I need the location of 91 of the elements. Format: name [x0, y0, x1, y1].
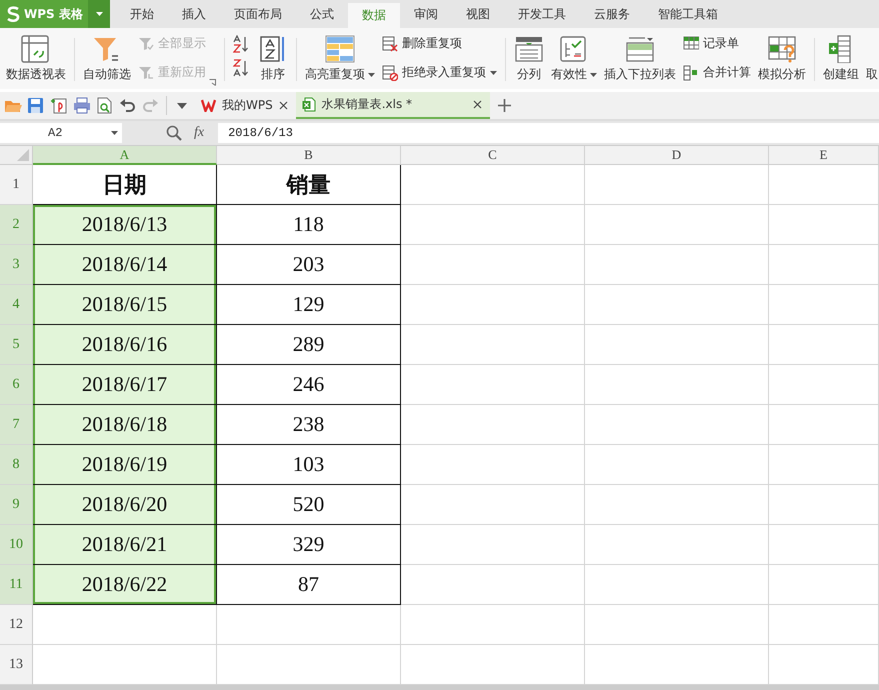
funnel-icon — [138, 64, 154, 80]
ribbon-button[interactable]: 取 — [866, 66, 878, 83]
menu-tab[interactable]: 视图 — [452, 0, 504, 28]
w-logo-icon — [201, 99, 216, 112]
table-cell: 2018/6/22 — [33, 565, 217, 605]
close-icon[interactable] — [278, 101, 288, 110]
ribbon-button[interactable]: 记录单 — [683, 35, 751, 52]
table-cell: 246 — [217, 365, 401, 405]
print-icon[interactable] — [73, 97, 91, 114]
table-cell: 2018/6/16 — [33, 325, 217, 365]
table-cell: 129 — [217, 285, 401, 325]
dialog-launcher-icon[interactable] — [209, 79, 216, 86]
caret-icon — [490, 70, 497, 74]
table-highlight-icon — [325, 35, 355, 63]
reject-table-icon — [382, 64, 398, 80]
menu-tab[interactable]: 智能工具箱 — [644, 0, 732, 28]
merge-calc-icon — [683, 64, 699, 80]
ribbon-button[interactable]: 有效性 — [551, 32, 597, 89]
formula-field[interactable]: 2018/6/13 — [218, 123, 879, 143]
row-header[interactable]: 1 — [0, 165, 33, 205]
ribbon-button[interactable]: 删除重复项 — [382, 35, 497, 52]
split-column-icon — [514, 35, 544, 63]
row-header[interactable]: 12 — [0, 605, 33, 645]
table-cell: 2018/6/14 — [33, 245, 217, 285]
triangle-icon — [17, 149, 29, 161]
funnel-icon — [138, 36, 154, 52]
menu-tab[interactable]: 插入 — [168, 0, 220, 28]
ribbon-button[interactable]: 插入下拉列表 — [604, 32, 676, 89]
document-tab[interactable]: 我的WPS — [195, 92, 296, 119]
column-header[interactable]: E — [769, 146, 879, 165]
save-icon[interactable] — [27, 97, 45, 114]
ribbon-button[interactable]: 拒绝录入重复项 — [382, 64, 497, 81]
menu-tab[interactable]: 开发工具 — [504, 0, 580, 28]
table-cell: 2018/6/20 — [33, 485, 217, 525]
row-header[interactable]: 13 — [0, 645, 33, 685]
table-cell: 289 — [217, 325, 401, 365]
column-header[interactable]: C — [401, 146, 585, 165]
table-cell: 520 — [217, 485, 401, 525]
print-preview-icon[interactable] — [96, 97, 114, 114]
caret-icon — [368, 72, 375, 76]
ribbon-button[interactable]: 高亮重复项 — [305, 32, 375, 89]
table-cell: 2018/6/19 — [33, 445, 217, 485]
menu-tab[interactable]: 审阅 — [400, 0, 452, 28]
pivot-table-icon — [21, 35, 51, 63]
caret-icon — [111, 131, 118, 135]
table-cell: 2018/6/15 — [33, 285, 217, 325]
close-icon[interactable] — [472, 100, 482, 109]
table-cell: 2018/6/21 — [33, 525, 217, 565]
menu-tab[interactable]: 云服务 — [580, 0, 644, 28]
table-cell: 销量 — [217, 165, 401, 205]
column-header[interactable]: D — [585, 146, 769, 165]
ribbon-button[interactable]: 创建组 — [823, 32, 859, 89]
ribbon-button[interactable]: 数据透视表 — [6, 32, 66, 89]
table-cell: 203 — [217, 245, 401, 285]
ribbon-button[interactable]: 排序 — [258, 32, 288, 89]
dropdown-list-icon — [625, 35, 655, 63]
zoom-icon[interactable] — [166, 125, 182, 141]
spreadsheet-icon — [302, 97, 316, 112]
document-tab[interactable]: 水果销量表.xls * — [296, 92, 490, 119]
caret-icon — [96, 12, 102, 16]
table-cell: 2018/6/17 — [33, 365, 217, 405]
table-cell: 2018/6/18 — [33, 405, 217, 445]
new-tab-icon[interactable] — [498, 99, 511, 112]
menu-tab[interactable]: 页面布局 — [220, 0, 296, 28]
menu-tab[interactable]: 数据 — [348, 3, 400, 28]
caret-icon — [590, 72, 597, 76]
sort-descending-icon[interactable] — [233, 59, 251, 77]
name-box[interactable]: A2 — [0, 123, 122, 143]
menu-tab[interactable]: 公式 — [296, 0, 348, 28]
ribbon-button[interactable]: 合并计算 — [683, 64, 751, 81]
sort-ascending-icon[interactable] — [233, 35, 251, 53]
export-pdf-icon[interactable] — [50, 97, 68, 114]
table-cell: 103 — [217, 445, 401, 485]
delete-table-icon — [382, 36, 398, 52]
menu-tab[interactable]: 开始 — [116, 0, 168, 28]
form-table-icon — [683, 36, 699, 52]
ribbon-button[interactable]: 分列 — [514, 32, 544, 89]
ribbon-button[interactable]: 模拟分析 — [758, 32, 806, 89]
table-cell: 2018/6/13 — [33, 205, 217, 245]
logo-icon — [6, 6, 20, 22]
what-if-icon — [767, 35, 797, 63]
caret-icon[interactable] — [177, 102, 187, 108]
table-cell: 118 — [217, 205, 401, 245]
insert-function-button[interactable]: fx — [194, 125, 204, 141]
dropdown-button[interactable] — [88, 0, 110, 28]
table-cell: 87 — [217, 565, 401, 605]
table-cell: 238 — [217, 405, 401, 445]
ribbon-button[interactable]: 自动筛选 — [83, 32, 131, 89]
table-cell: 329 — [217, 525, 401, 565]
column-header[interactable]: B — [217, 146, 401, 165]
undo-icon[interactable] — [119, 97, 137, 114]
